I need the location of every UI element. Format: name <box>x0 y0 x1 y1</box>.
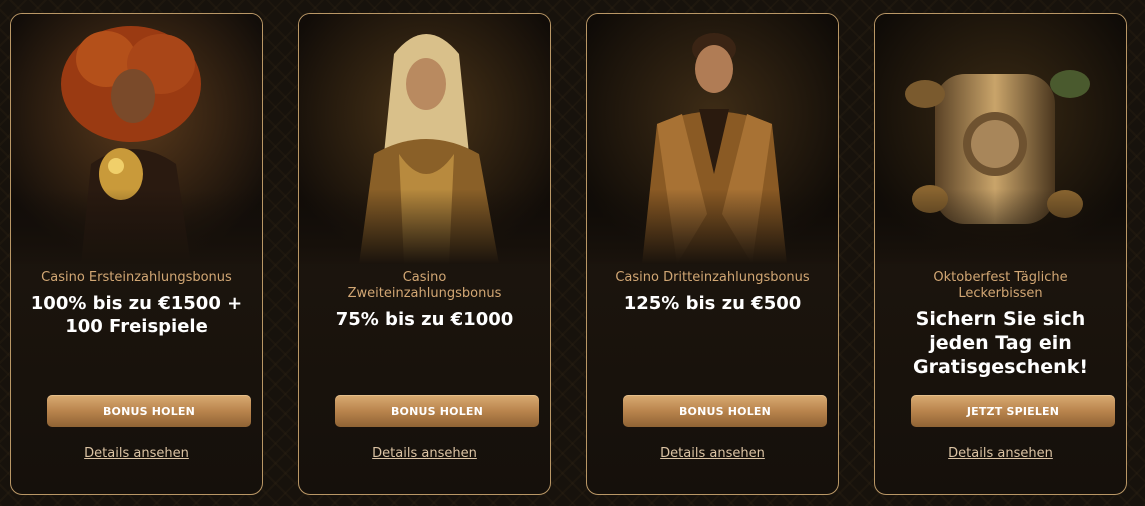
offer-card-1: Casino Ersteinzahlungsbonus 100% bis zu … <box>10 13 263 495</box>
offer-headline: Sichern Sie sich jeden Tag ein Gratisges… <box>913 308 1088 378</box>
jetzt-spielen-button[interactable]: JETZT SPIELEN <box>911 395 1115 427</box>
offer-card-2: Casino Zweiteinzahlungsbonus 75% bis zu … <box>298 13 551 495</box>
red-haired-woman-image <box>11 14 262 264</box>
details-link[interactable]: Details ansehen <box>299 446 550 461</box>
offer-headline: 100% bis zu €1500 + 100 Freispiele <box>30 293 243 337</box>
offer-card-3: Casino Dritteinzahlungsbonus 125% bis zu… <box>586 13 839 495</box>
golden-beer-keg-image <box>875 14 1126 264</box>
bonus-holen-button[interactable]: BONUS HOLEN <box>623 395 827 427</box>
offer-subtitle: Casino Zweiteinzahlungsbonus <box>347 270 502 301</box>
offer-subtitle: Oktoberfest Tägliche Leckerbissen <box>933 270 1068 301</box>
man-in-gold-suit-image <box>587 14 838 264</box>
offer-card-4: Oktoberfest Tägliche Leckerbissen Sicher… <box>874 13 1127 495</box>
offer-headline: 75% bis zu €1000 <box>335 309 514 330</box>
details-link[interactable]: Details ansehen <box>875 446 1126 461</box>
bonus-holen-button[interactable]: BONUS HOLEN <box>335 395 539 427</box>
offer-headline: 125% bis zu €500 <box>623 293 802 314</box>
details-link[interactable]: Details ansehen <box>587 446 838 461</box>
offer-subtitle: Casino Ersteinzahlungsbonus <box>41 270 232 285</box>
bonus-holen-button[interactable]: BONUS HOLEN <box>47 395 251 427</box>
details-link[interactable]: Details ansehen <box>11 446 262 461</box>
offer-subtitle: Casino Dritteinzahlungsbonus <box>615 270 810 285</box>
blonde-woman-image <box>299 14 550 264</box>
